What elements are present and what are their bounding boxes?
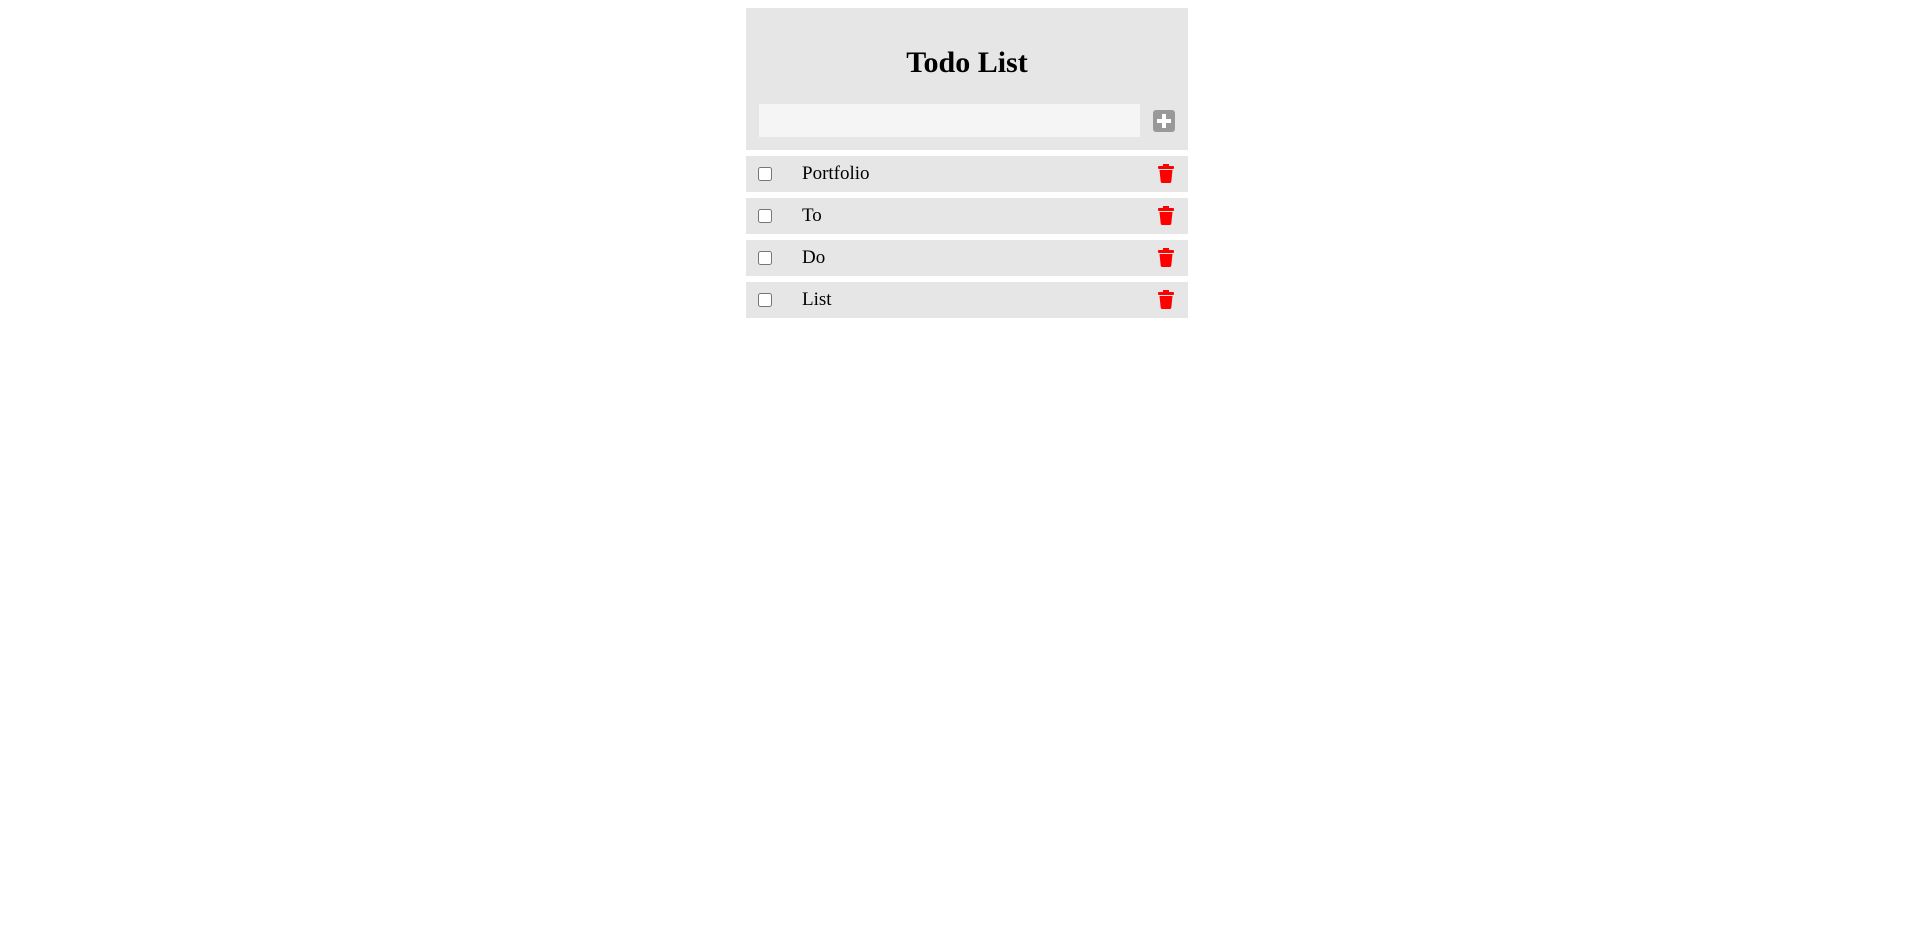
new-todo-input[interactable] [759,104,1140,137]
add-todo-button[interactable] [1153,110,1175,132]
todo-item: List [746,282,1188,318]
todo-label: To [802,205,822,226]
delete-todo-button[interactable] [1158,248,1174,267]
todo-item: To [746,198,1188,234]
todo-list: Portfolio To Do List [746,156,1188,318]
delete-todo-button[interactable] [1158,164,1174,183]
trash-icon [1158,164,1174,183]
trash-icon [1158,248,1174,267]
todo-label: Do [802,247,826,268]
plus-icon [1157,114,1171,128]
page-title: Todo List [906,46,1028,79]
todo-header: Todo List [746,8,1188,150]
todo-item: Do [746,240,1188,276]
todo-label: List [802,289,832,310]
todo-label: Portfolio [802,163,870,184]
todo-checkbox[interactable] [758,251,772,265]
todo-checkbox[interactable] [758,167,772,181]
todo-checkbox[interactable] [758,293,772,307]
todo-app: Todo List Portfolio To Do List [746,8,1188,318]
trash-icon [1158,290,1174,309]
todo-checkbox[interactable] [758,209,772,223]
todo-item: Portfolio [746,156,1188,192]
delete-todo-button[interactable] [1158,290,1174,309]
delete-todo-button[interactable] [1158,206,1174,225]
trash-icon [1158,206,1174,225]
